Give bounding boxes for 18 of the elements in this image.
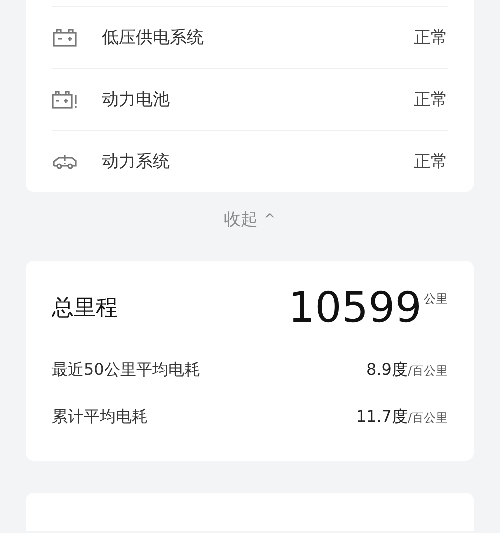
battery-icon <box>52 28 78 48</box>
status-value: 正常 <box>414 151 448 173</box>
consumption-value: 11.7度 <box>356 407 408 428</box>
mileage-title: 总里程 <box>52 295 118 323</box>
status-label: 低压供电系统 <box>102 27 205 49</box>
status-label: 动力系统 <box>102 151 171 173</box>
consumption-unit: /百公里 <box>408 410 448 427</box>
collapse-button[interactable]: 收起 ^ <box>224 208 276 231</box>
status-label: 动力电池 <box>102 89 171 111</box>
mileage-value: 10599 <box>288 287 422 329</box>
consumption-label: 累计平均电耗 <box>52 407 148 428</box>
consumption-value: 8.9度 <box>366 360 408 381</box>
status-value: 正常 <box>414 89 448 111</box>
mileage-unit: 公里 <box>424 291 448 308</box>
consumption-unit: /百公里 <box>408 363 448 380</box>
status-value: 正常 <box>414 27 448 49</box>
battery-warning-icon <box>52 90 78 110</box>
consumption-label: 最近50公里平均电耗 <box>52 360 200 381</box>
